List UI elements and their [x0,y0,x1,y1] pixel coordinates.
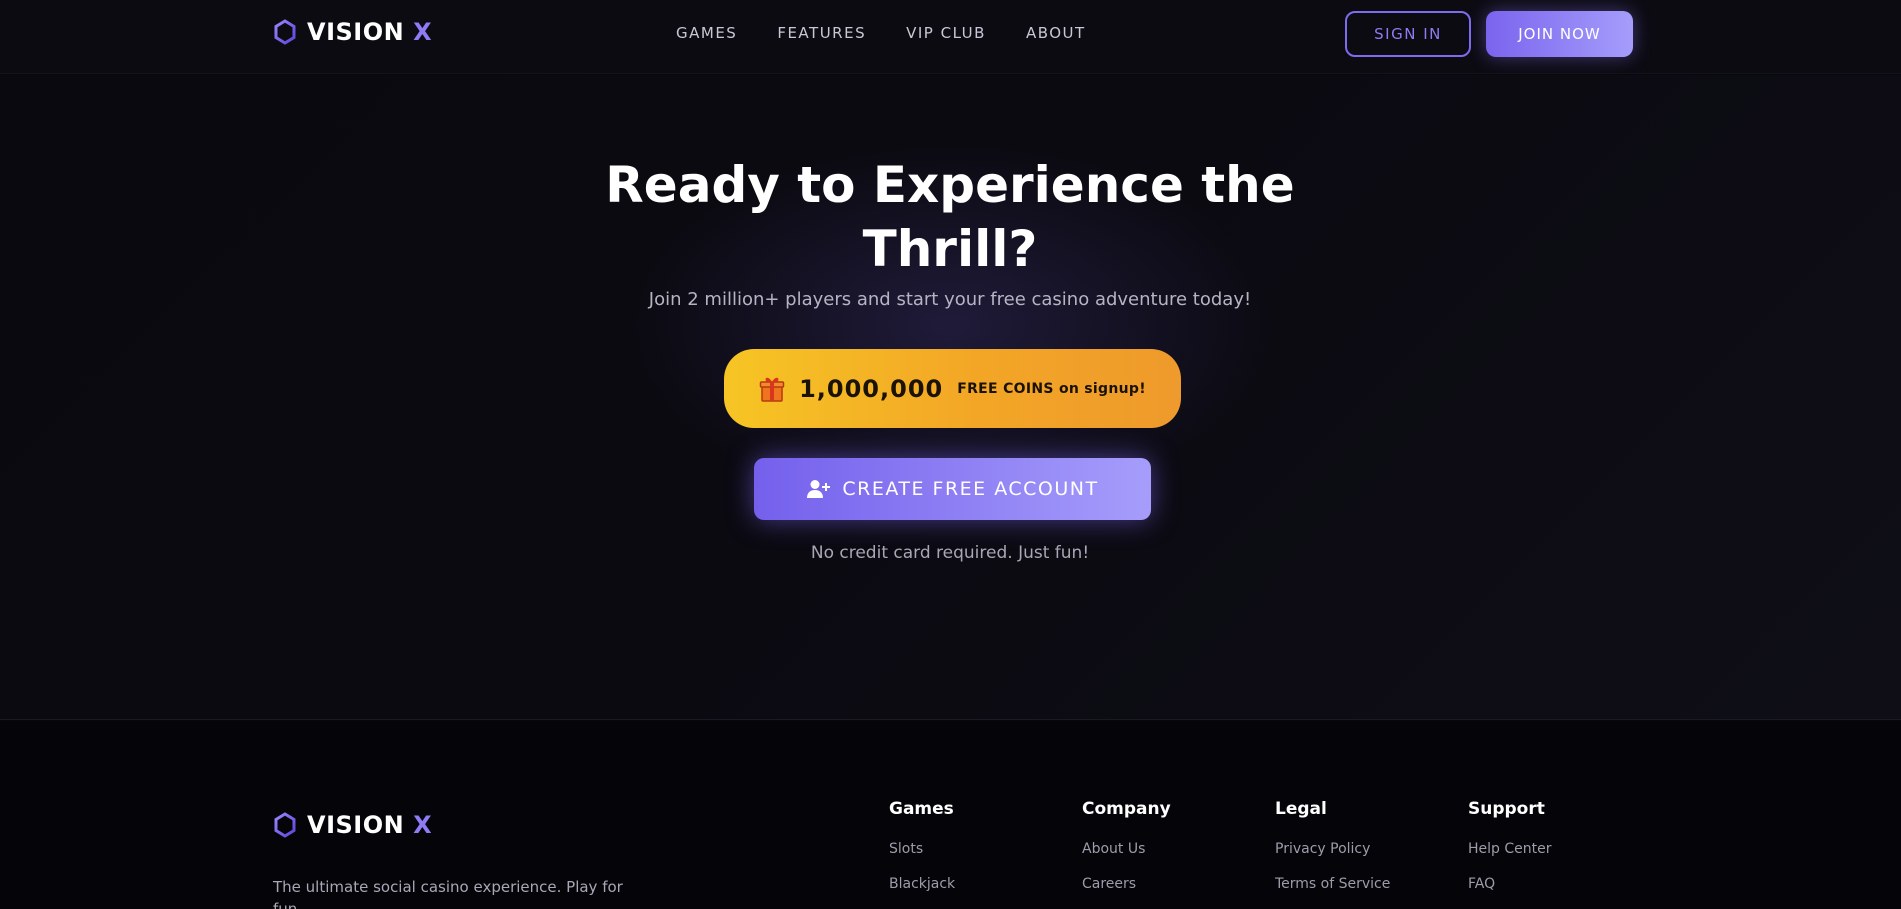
user-plus-icon [807,480,831,498]
footer-link-terms-of-service[interactable]: Terms of Service [1275,876,1390,892]
footer-link-faq[interactable]: FAQ [1468,876,1552,892]
footer: VISION X The ultimate social casino expe… [0,721,1901,909]
hexagon-icon [274,19,296,45]
footer-brand-logo[interactable]: VISION X [273,811,432,839]
hexagon-icon [274,812,296,838]
footer-brand-x: X [413,811,433,839]
create-account-label: CREATE FREE ACCOUNT [842,478,1099,500]
footer-link-help-center[interactable]: Help Center [1468,841,1552,857]
footer-brand-name: VISION [307,811,405,839]
nav-link-features[interactable]: FEATURES [777,24,866,42]
nav-link-vip-club[interactable]: VIP CLUB [906,24,986,42]
footer-column-title: Support [1468,799,1545,819]
footer-column-company: Company About Us Careers [1082,799,1171,909]
join-now-button[interactable]: JOIN NOW [1486,11,1633,57]
brand-name: VISION [307,18,405,46]
brand-x: X [413,18,433,46]
top-navbar: VISION X GAMES FEATURES VIP CLUB ABOUT S… [0,0,1901,74]
cta-hero-section: Ready to Experience the Thrill? Join 2 m… [0,75,1901,720]
footer-link-slots[interactable]: Slots [889,841,955,857]
footer-column-title: Games [889,799,954,819]
footer-link-privacy-policy[interactable]: Privacy Policy [1275,841,1390,857]
sign-in-button[interactable]: SIGN IN [1345,11,1471,57]
footer-column-title: Company [1082,799,1171,819]
footer-link-blackjack[interactable]: Blackjack [889,876,955,892]
footer-description: The ultimate social casino experience. P… [273,878,623,909]
gift-icon [759,377,785,402]
nav-link-games[interactable]: GAMES [676,24,737,42]
footer-column-title: Legal [1275,799,1327,819]
footer-column-legal: Legal Privacy Policy Terms of Service [1275,799,1390,909]
footer-link-about-us[interactable]: About Us [1082,841,1171,857]
hero-subtitle: Join 2 million+ players and start your f… [648,289,1252,310]
hero-note: No credit card required. Just fun! [810,543,1090,563]
footer-column-games: Games Slots Blackjack [889,799,955,909]
footer-link-careers[interactable]: Careers [1082,876,1171,892]
create-account-button[interactable]: CREATE FREE ACCOUNT [754,458,1151,520]
coins-amount: 1,000,000 [799,374,944,403]
hero-title: Ready to Experience the Thrill? [605,156,1295,278]
footer-column-support: Support Help Center FAQ [1468,799,1552,909]
nav-link-about[interactable]: ABOUT [1026,24,1086,42]
free-coins-badge: 1,000,000 FREE COINS on signup! [724,349,1181,428]
coins-text: FREE COINS on signup! [957,380,1146,397]
nav-links: GAMES FEATURES VIP CLUB ABOUT [676,24,1086,42]
brand-logo[interactable]: VISION X [273,18,432,46]
